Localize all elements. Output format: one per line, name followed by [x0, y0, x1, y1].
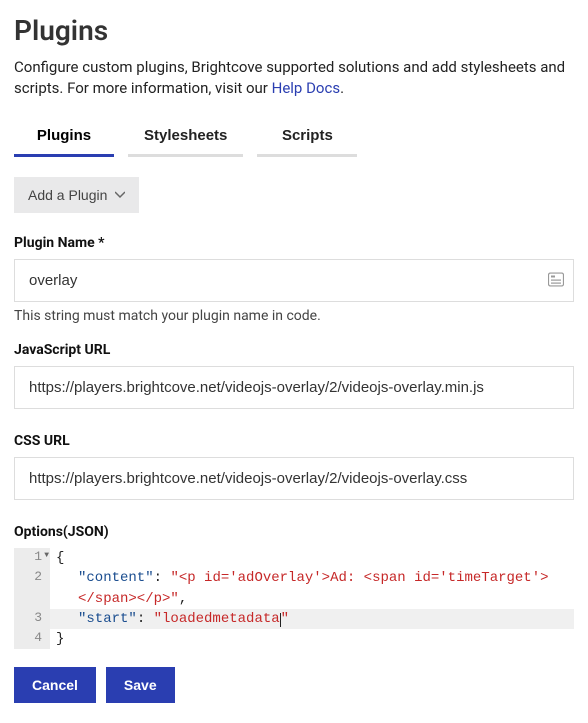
add-plugin-button[interactable]: Add a Plugin — [14, 177, 139, 213]
line-number: 4 — [14, 629, 50, 649]
tab-stylesheets[interactable]: Stylesheets — [128, 119, 243, 157]
help-docs-link[interactable]: Help Docs — [272, 79, 340, 97]
js-url-input[interactable] — [14, 366, 574, 409]
code-token: "content" — [78, 570, 154, 586]
code-token: , — [179, 591, 187, 607]
css-url-input[interactable] — [14, 457, 574, 500]
code-token: "start" — [78, 611, 137, 627]
options-json-label: Options(JSON) — [14, 524, 574, 540]
cancel-button[interactable]: Cancel — [14, 667, 96, 703]
js-url-label: JavaScript URL — [14, 342, 574, 358]
subtitle-suffix: . — [340, 79, 344, 97]
plugin-name-input[interactable] — [14, 259, 574, 302]
tab-plugins[interactable]: Plugins — [14, 119, 114, 157]
tab-scripts[interactable]: Scripts — [257, 119, 357, 157]
autofill-icon — [548, 271, 564, 290]
add-plugin-label: Add a Plugin — [28, 187, 107, 203]
code-token: } — [56, 631, 64, 647]
code-token: { — [56, 550, 64, 566]
page-subtitle: Configure custom plugins, Brightcove sup… — [14, 57, 574, 99]
tabs-nav: Plugins Stylesheets Scripts — [14, 119, 574, 157]
chevron-down-icon — [115, 190, 125, 200]
code-token: : — [154, 570, 171, 586]
line-number: 1▼ — [14, 548, 50, 568]
code-token: : — [137, 611, 154, 627]
line-number: 2 — [14, 568, 50, 609]
fold-icon[interactable]: ▼ — [44, 550, 49, 562]
json-editor[interactable]: 1▼ { 2 "content": "<p id='adOverlay'>Ad:… — [14, 548, 574, 649]
code-token: " — [281, 611, 289, 627]
code-token: "loadedmetadata — [154, 611, 280, 627]
css-url-label: CSS URL — [14, 433, 574, 449]
save-button[interactable]: Save — [106, 667, 175, 703]
plugin-name-helper: This string must match your plugin name … — [14, 308, 574, 324]
page-title: Plugins — [14, 14, 574, 47]
line-number: 3 — [14, 609, 50, 629]
plugin-name-label: Plugin Name * — [14, 235, 574, 251]
